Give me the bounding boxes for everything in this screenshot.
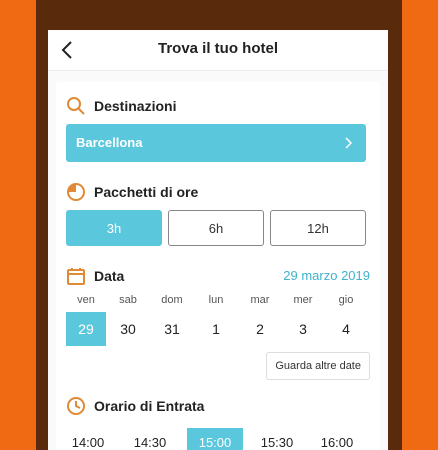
day-5[interactable]: mer 3: [283, 292, 323, 346]
app-screen: Trova il tuo hotel Destinazioni Barcello…: [48, 30, 388, 450]
clock-icon: [67, 397, 85, 415]
day-number: 2: [256, 321, 264, 337]
day-number: 30: [120, 321, 136, 337]
time-1600[interactable]: 16:00: [309, 428, 365, 450]
package-3h[interactable]: 3h: [66, 210, 162, 246]
time-1400[interactable]: 14:00: [60, 428, 116, 450]
time-1500[interactable]: 15:00: [187, 428, 243, 450]
day-name: mar: [250, 294, 270, 306]
package-12h[interactable]: 12h: [270, 210, 366, 246]
search-icon: [67, 97, 85, 115]
destination-selector[interactable]: Barcellona: [66, 124, 366, 162]
selected-date[interactable]: 29 marzo 2019: [283, 268, 370, 283]
day-name: ven: [77, 294, 95, 306]
top-bar: Trova il tuo hotel: [48, 30, 388, 71]
day-name: gio: [338, 294, 354, 306]
day-name: lun: [208, 294, 224, 306]
time-1530[interactable]: 15:30: [249, 428, 305, 450]
clock-pie-icon: [67, 183, 85, 201]
chevron-right-icon: [345, 137, 353, 149]
search-form: Destinazioni Barcellona Pacchetti di ore…: [56, 82, 380, 450]
destination-value: Barcellona: [76, 135, 143, 150]
more-dates-button[interactable]: Guarda altre date: [266, 352, 370, 380]
day-2[interactable]: dom 31: [152, 292, 192, 346]
day-number: 4: [342, 321, 350, 337]
day-number: 3: [299, 321, 307, 337]
day-name: sab: [119, 294, 137, 306]
checkin-label: Orario di Entrata: [94, 398, 205, 414]
destination-label: Destinazioni: [94, 98, 177, 114]
day-name: mer: [293, 294, 313, 306]
package-6h[interactable]: 6h: [168, 210, 264, 246]
calendar-icon: [67, 268, 85, 285]
day-number: 31: [164, 321, 180, 337]
day-1[interactable]: sab 30: [108, 292, 148, 346]
day-number: 1: [212, 321, 220, 337]
date-label: Data: [94, 268, 125, 284]
packages-label: Pacchetti di ore: [94, 184, 199, 200]
day-3[interactable]: lun 1: [196, 292, 236, 346]
day-6[interactable]: gio 4: [326, 292, 366, 346]
day-0[interactable]: ven 29: [66, 292, 106, 346]
day-number: 29: [66, 312, 106, 346]
page-title: Trova il tuo hotel: [157, 40, 278, 57]
time-1430[interactable]: 14:30: [122, 428, 178, 450]
day-4[interactable]: mar 2: [240, 292, 280, 346]
day-name: dom: [161, 294, 183, 306]
